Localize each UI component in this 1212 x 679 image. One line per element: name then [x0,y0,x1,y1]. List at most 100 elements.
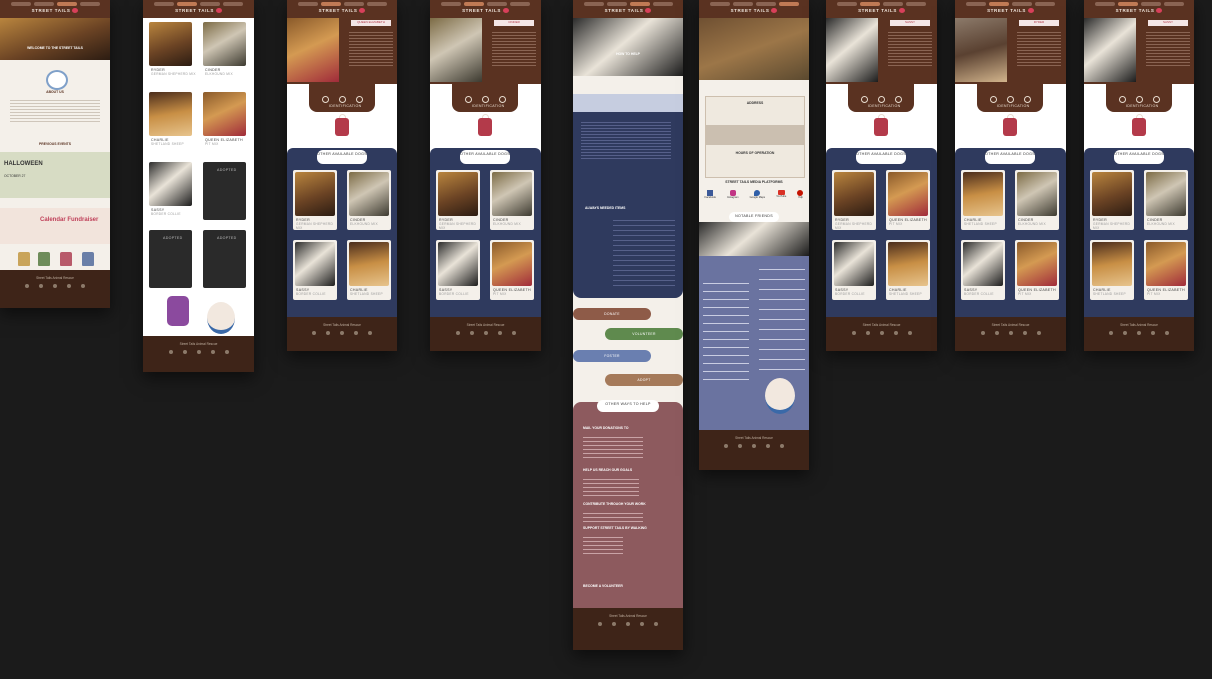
footer-paw-2[interactable] [38,252,50,266]
nav-bar[interactable] [430,0,541,6]
camera-icon[interactable] [368,331,372,335]
pin-icon[interactable] [766,444,770,448]
adopt-paw-button[interactable] [478,118,492,136]
pin-icon[interactable] [497,331,502,335]
pin-icon[interactable] [354,331,358,335]
dog-card[interactable]: QUEEN ELIZABETH PIT MIX [1015,240,1059,300]
yelp-icon[interactable]: Yelp [797,190,804,200]
dog-photo-ryder[interactable] [149,22,192,66]
nav-bar[interactable] [0,0,110,6]
donate-button[interactable]: DONATE [573,308,651,320]
paw-icon[interactable] [851,331,856,335]
dog-card[interactable]: QUEEN ELIZABETH PIT MIX [1144,240,1188,300]
dog-card[interactable]: RYDER GERMAN SHEPHERD MIX [293,170,337,230]
camera-icon[interactable] [224,350,229,354]
youtube-icon[interactable] [469,331,474,335]
nav-bar[interactable] [143,0,254,6]
dog-card[interactable]: QUEEN ELIZABETH PIT MIX [490,240,534,300]
facebook-icon[interactable] [53,284,57,288]
youtube-icon[interactable] [865,331,870,335]
camera-icon[interactable] [81,284,85,288]
brand-logo[interactable]: STREET TAILS [430,8,541,14]
dog-card[interactable]: SASSY BORDER COLLIE [293,240,337,300]
dog-card[interactable]: CINDER ELKHOUND MIX [347,170,391,230]
dog-photo-sassy[interactable] [149,162,192,206]
dog-card[interactable]: SASSY BORDER COLLIE [832,240,876,300]
dog-card[interactable]: RYDER GERMAN SHEPHERD MIX [436,170,480,230]
youtube-icon[interactable] [326,331,330,335]
map-pin-icon[interactable]: Google Maps [750,190,765,200]
brand-logo[interactable]: STREET TAILS [0,8,110,14]
dog-card[interactable]: QUEEN ELIZABETH PIT MIX [886,170,930,230]
volunteer-button[interactable]: VOLUNTEER [605,328,683,340]
dog-card[interactable]: CHARLIE SHETLAND SHEEP [347,240,391,300]
camera-icon[interactable] [1165,331,1169,335]
footer-paw-4[interactable] [82,252,94,266]
dog-card[interactable]: CINDER ELKHOUND MIX [1015,170,1059,230]
pin-icon[interactable] [1151,331,1155,335]
paw-icon[interactable] [1109,331,1113,335]
dog-card[interactable]: RYDER GERMAN SHEPHERD MIX [832,170,876,230]
facebook-icon[interactable] [196,350,201,354]
facebook-icon[interactable] [340,331,344,335]
brand-logo[interactable]: STREET TAILS [826,8,937,14]
dog-card[interactable]: CHARLIE SHETLAND SHEEP [1090,240,1134,300]
facebook-icon[interactable] [1137,331,1141,335]
facebook-icon[interactable] [483,331,488,335]
youtube-icon[interactable] [182,350,187,354]
dog-card[interactable]: CINDER ELKHOUND MIX [1144,170,1188,230]
brand-logo[interactable]: STREET TAILS [143,8,254,14]
dog-card[interactable]: SASSY BORDER COLLIE [961,240,1005,300]
brand-logo[interactable]: STREET TAILS [573,8,683,14]
footer-paw-3[interactable] [60,252,72,266]
nav-bar[interactable] [1084,0,1194,6]
facebook-icon[interactable] [879,331,884,335]
adopt-paw-button[interactable] [1003,118,1017,136]
facebook-icon[interactable] [752,444,756,448]
adopt-paw-button[interactable] [874,118,888,136]
nav-bar[interactable] [573,0,683,6]
paw-icon[interactable] [724,444,728,448]
paw-icon[interactable] [980,331,985,335]
youtube-icon[interactable]: YouTube [776,190,786,200]
youtube-icon[interactable] [994,331,999,335]
paw-icon[interactable] [168,350,173,354]
pin-icon[interactable] [640,622,644,626]
dog-photo-cinder[interactable] [203,22,246,66]
camera-icon[interactable] [654,622,658,626]
pin-icon[interactable] [67,284,71,288]
dog-card[interactable]: CHARLIE SHETLAND SHEEP [886,240,930,300]
youtube-icon[interactable] [738,444,742,448]
brand-logo[interactable]: STREET TAILS [1084,8,1194,14]
facebook-icon[interactable]: Facebook [705,190,716,200]
paw-icon[interactable] [598,622,602,626]
event-halloween[interactable]: HALLOWEEN OCTOBER 27 [0,152,110,198]
nav-bar[interactable] [287,0,397,6]
dog-card[interactable]: SASSY BORDER COLLIE [436,240,480,300]
youtube-icon[interactable] [1123,331,1127,335]
pin-icon[interactable] [210,350,215,354]
youtube-icon[interactable] [612,622,616,626]
dog-card[interactable]: RYDER GERMAN SHEPHERD MIX [1090,170,1134,230]
pin-icon[interactable] [1022,331,1027,335]
camera-icon[interactable] [511,331,516,335]
nav-bar[interactable] [955,0,1066,6]
nav-bar[interactable] [826,0,937,6]
foster-button[interactable]: FOSTER [573,350,651,362]
pin-icon[interactable] [893,331,898,335]
footer-paw-1[interactable] [18,252,30,266]
paw-icon[interactable] [25,284,29,288]
adopt-paw-button[interactable] [1132,118,1146,136]
adopt-paw-button[interactable] [335,118,349,136]
facebook-icon[interactable] [626,622,630,626]
event-calendar[interactable]: Calendar Fundraiser [0,208,110,244]
paw-icon[interactable] [312,331,316,335]
dog-card[interactable]: CINDER ELKHOUND MIX [490,170,534,230]
instagram-icon[interactable]: Instagram [727,190,739,200]
brand-logo[interactable]: STREET TAILS [699,8,809,14]
camera-icon[interactable] [907,331,912,335]
camera-icon[interactable] [780,444,784,448]
nav-bar[interactable] [699,0,809,6]
camera-icon[interactable] [1036,331,1041,335]
dog-card[interactable]: CHARLIE SHETLAND SHEEP [961,170,1005,230]
